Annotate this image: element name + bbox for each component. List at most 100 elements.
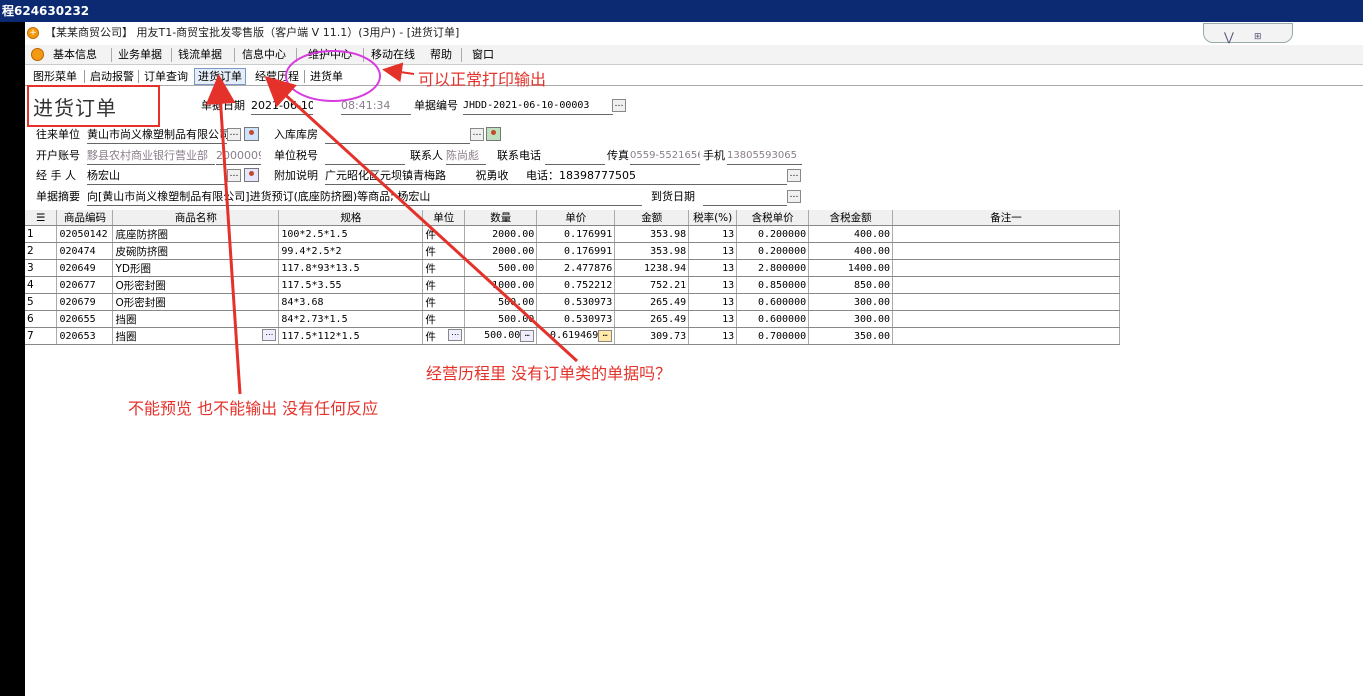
amount-cell[interactable]: 309.73 [614, 327, 690, 345]
remark-cell[interactable] [892, 293, 1120, 311]
remark-cell[interactable] [892, 310, 1120, 328]
supplier-field[interactable]: 黄山市尚义橡塑制品有限公司 [87, 127, 227, 144]
amount-cell[interactable]: 752.21 [614, 276, 690, 294]
table-row[interactable]: 7 020653 挡圈… 117.5*112*1.5 件… 500.00… 0.619469… [25, 327, 1120, 345]
handler-detail-icon[interactable] [244, 168, 259, 182]
cell-picker-button[interactable]: … [448, 328, 463, 341]
fax-field[interactable]: 0559-5521656 [630, 148, 700, 165]
taxprice-cell[interactable]: 0.200000 [736, 225, 810, 243]
warehouse-house-icon[interactable] [486, 127, 501, 141]
qty-cell[interactable]: 1000.00 [464, 276, 538, 294]
taxamount-cell[interactable]: 300.00 [808, 293, 894, 311]
qty-cell[interactable]: 500.00 [464, 293, 538, 311]
amount-cell[interactable]: 1238.94 [614, 259, 690, 277]
taxrate-cell[interactable]: 13 [688, 242, 738, 260]
taxprice-cell[interactable]: 0.600000 [736, 310, 810, 328]
warehouse-picker-button[interactable]: … [470, 128, 484, 141]
doc-no-field[interactable]: JHDD-2021-06-10-00003 [463, 98, 613, 115]
window-controls[interactable]: ⋁ ⊞ [1203, 23, 1293, 44]
price-cell[interactable]: 0.176991 [536, 225, 616, 243]
code-cell[interactable]: 020653 [56, 327, 114, 345]
remark-cell[interactable] [892, 327, 1120, 345]
menu-window[interactable]: 窗口 [468, 47, 498, 63]
remark-cell[interactable] [892, 242, 1120, 260]
cell-picker-button[interactable]: … [262, 328, 277, 341]
spec-cell[interactable]: 117.5*112*1.5 [278, 327, 424, 345]
cell-picker-button[interactable]: … [598, 330, 613, 342]
unit-cell[interactable]: 件 [422, 293, 466, 311]
name-cell[interactable]: O形密封圈 [112, 293, 280, 311]
arrival-field[interactable] [703, 189, 787, 206]
unit-cell[interactable]: 件… [422, 327, 466, 345]
menu-business-docs[interactable]: 业务单据 [114, 47, 166, 63]
taxrate-cell[interactable]: 13 [688, 293, 738, 311]
tab-purchase-order[interactable]: 进货订单 [194, 68, 246, 85]
spec-cell[interactable]: 99.4*2.5*2 [278, 242, 424, 260]
name-cell[interactable]: 底座防挤圈 [112, 225, 280, 243]
code-cell[interactable]: 020655 [56, 310, 114, 328]
handler-picker-button[interactable]: … [227, 169, 241, 182]
table-row[interactable]: 6 020655 挡圈 84*2.73*1.5 件 500.00 0.530973 265.4… [25, 310, 1120, 328]
code-cell[interactable]: 020649 [56, 259, 114, 277]
unit-cell[interactable]: 件 [422, 310, 466, 328]
col-header-amount[interactable]: 金额 [614, 210, 690, 226]
price-cell[interactable]: 0.530973 [536, 293, 616, 311]
amount-cell[interactable]: 353.98 [614, 225, 690, 243]
spec-cell[interactable]: 84*2.73*1.5 [278, 310, 424, 328]
spec-cell[interactable]: 100*2.5*1.5 [278, 225, 424, 243]
table-row[interactable]: 1 02050142 底座防挤圈 100*2.5*1.5 件 2000.00 0.17699… [25, 225, 1120, 243]
arrival-picker-button[interactable]: … [787, 190, 801, 203]
menu-info-center[interactable]: 信息中心 [238, 47, 290, 63]
col-header-index[interactable]: ☰ [25, 210, 58, 226]
col-header-name[interactable]: 商品名称 [112, 210, 280, 226]
taxprice-cell[interactable]: 0.700000 [736, 327, 810, 345]
table-row[interactable]: 3 020649 YD形圈 117.8*93*13.5 件 500.00 2.477876 1… [25, 259, 1120, 277]
code-cell[interactable]: 020474 [56, 242, 114, 260]
taxprice-cell[interactable]: 2.800000 [736, 259, 810, 277]
table-row[interactable]: 5 020679 O形密封圈 84*3.68 件 500.00 0.530973 265.49… [25, 293, 1120, 311]
price-cell[interactable]: 0.752212 [536, 276, 616, 294]
remark-cell[interactable] [892, 259, 1120, 277]
taxprice-cell[interactable]: 0.200000 [736, 242, 810, 260]
col-header-price[interactable]: 单价 [536, 210, 616, 226]
qty-cell[interactable]: 2000.00 [464, 242, 538, 260]
taxprice-cell[interactable]: 0.850000 [736, 276, 810, 294]
unit-cell[interactable]: 件 [422, 276, 466, 294]
amount-cell[interactable]: 265.49 [614, 310, 690, 328]
col-header-taxamount[interactable]: 含税金额 [808, 210, 894, 226]
menu-help[interactable]: 帮助 [426, 47, 456, 63]
taxamount-cell[interactable]: 1400.00 [808, 259, 894, 277]
mobile-field[interactable]: 13805593065 [727, 148, 802, 165]
col-header-unit[interactable]: 单位 [422, 210, 466, 226]
taxamount-cell[interactable]: 400.00 [808, 242, 894, 260]
taxrate-cell[interactable]: 13 [688, 327, 738, 345]
spec-cell[interactable]: 117.8*93*13.5 [278, 259, 424, 277]
tax-no-field[interactable] [325, 148, 405, 165]
summary-field[interactable]: 向[黄山市尚义橡塑制品有限公司]进货预订(底座防挤圈)等商品; 杨宏山 [87, 189, 642, 206]
remark-cell[interactable] [892, 276, 1120, 294]
name-cell[interactable]: 挡圈 [112, 310, 280, 328]
price-cell[interactable]: 2.477876 [536, 259, 616, 277]
taxrate-cell[interactable]: 13 [688, 225, 738, 243]
note-field[interactable]: 广元昭化区元坝镇青梅路 祝勇收 电话：18398777505 [325, 168, 787, 185]
menu-basic-info[interactable]: 基本信息 [49, 47, 101, 63]
supplier-picker-button[interactable]: … [227, 128, 241, 141]
taxprice-cell[interactable]: 0.600000 [736, 293, 810, 311]
remark-cell[interactable] [892, 225, 1120, 243]
price-cell[interactable]: 0.176991 [536, 242, 616, 260]
contact-field[interactable]: 陈尚彪 [446, 148, 486, 165]
cell-picker-button[interactable]: … [520, 330, 535, 342]
price-cell[interactable]: 0.530973 [536, 310, 616, 328]
spec-cell[interactable]: 84*3.68 [278, 293, 424, 311]
tab-order-query[interactable]: 订单查询 [140, 68, 192, 85]
unit-cell[interactable]: 件 [422, 225, 466, 243]
taxrate-cell[interactable]: 13 [688, 276, 738, 294]
price-cell[interactable]: 0.619469… [536, 327, 616, 345]
tab-purchase-receipt[interactable]: 进货单 [306, 68, 347, 85]
table-row[interactable]: 4 020677 O形密封圈 117.5*3.55 件 1000.00 0.752212 75… [25, 276, 1120, 294]
bank-field[interactable]: 黟县农村商业银行营业部 [87, 148, 215, 165]
time-field[interactable]: 08:41:34 [341, 98, 411, 115]
bank-account-field[interactable]: 20000092 [216, 148, 261, 165]
col-header-taxprice[interactable]: 含税单价 [736, 210, 810, 226]
code-cell[interactable]: 020677 [56, 276, 114, 294]
